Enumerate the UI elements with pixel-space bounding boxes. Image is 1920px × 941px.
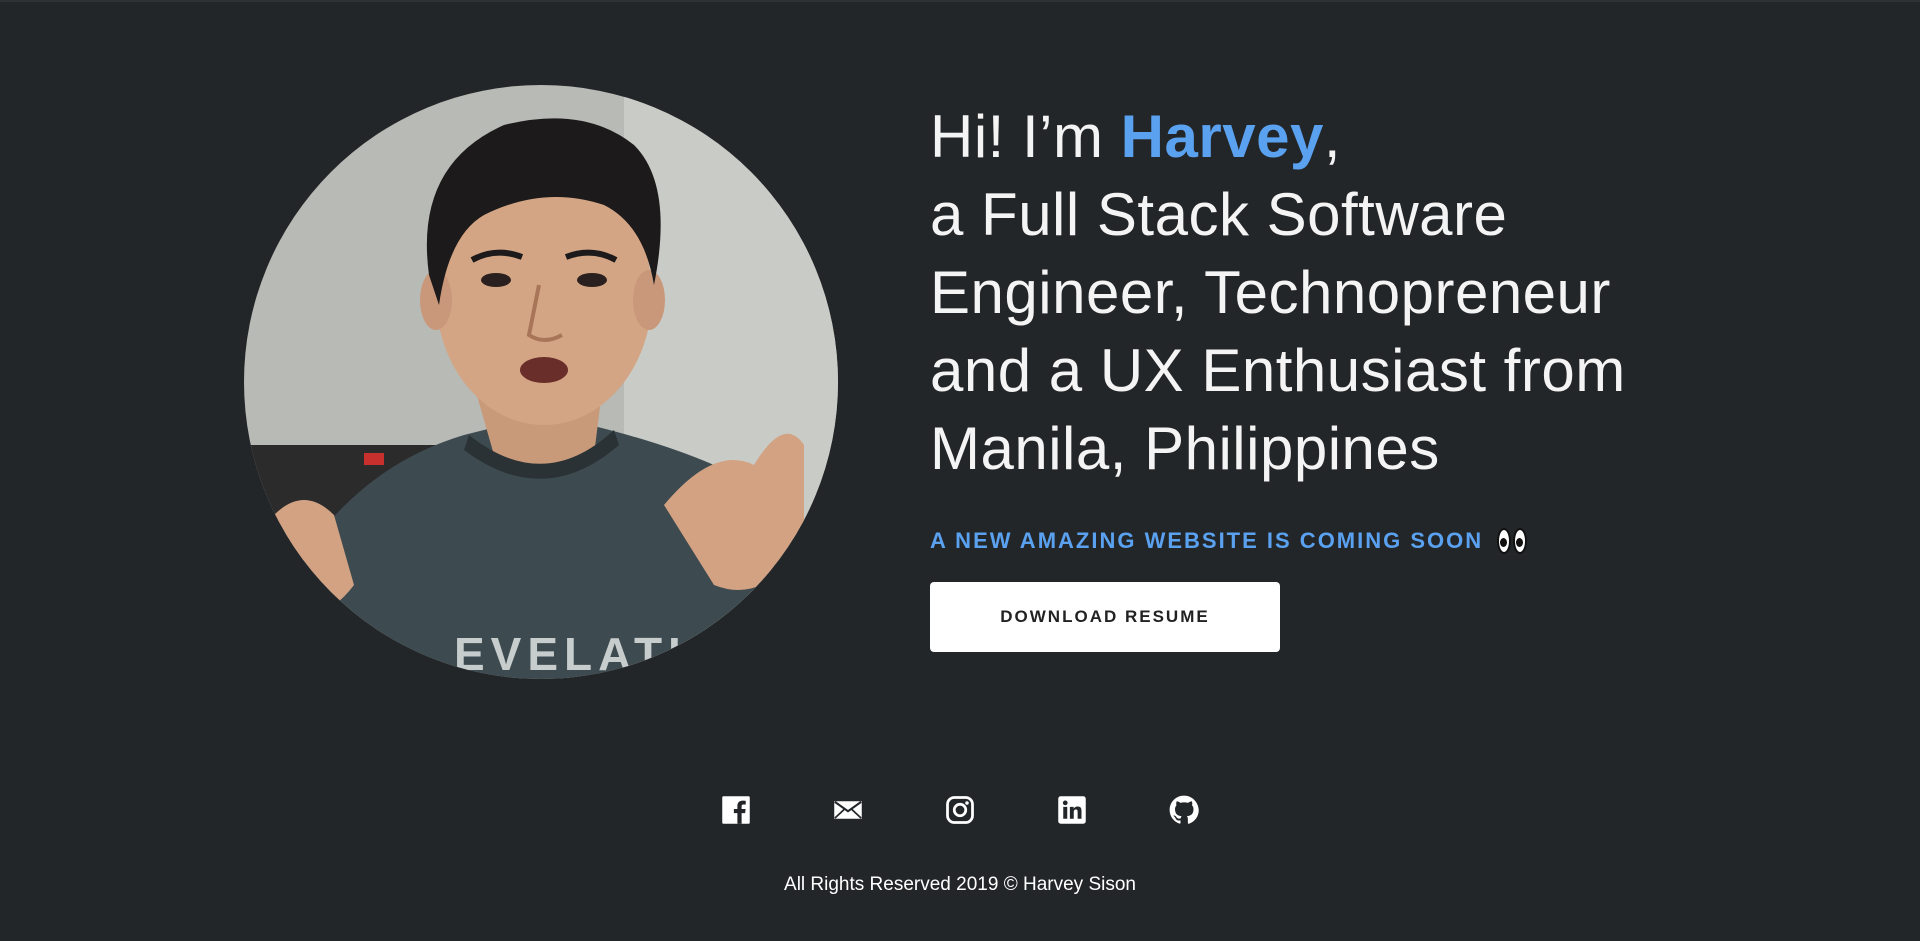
greeting-text: Hi! I’m — [930, 103, 1121, 170]
headline-line-4: and a UX Enthusiast from — [930, 337, 1626, 404]
social-links — [0, 795, 1920, 825]
instagram-icon — [946, 796, 974, 824]
hero-headline: Hi! I’m Harvey, a Full Stack Software En… — [930, 98, 1690, 488]
intro-section: Hi! I’m Harvey, a Full Stack Software En… — [930, 98, 1690, 652]
eye-right — [1513, 528, 1528, 554]
profile-photo-illustration: EVELATIO — [244, 85, 838, 679]
hero-name: Harvey — [1120, 103, 1324, 170]
profile-photo: EVELATIO — [244, 85, 838, 679]
eyes-icon — [1497, 528, 1528, 554]
greeting-comma: , — [1323, 103, 1341, 170]
headline-line-2: a Full Stack Software — [930, 181, 1508, 248]
email-link[interactable] — [833, 795, 863, 825]
headline-line-5: Manila, Philippines — [930, 415, 1440, 482]
mail-icon — [834, 801, 862, 819]
footer-copyright: All Rights Reserved 2019 © Harvey Sison — [784, 874, 1136, 895]
linkedin-link[interactable] — [1057, 795, 1087, 825]
download-resume-button[interactable]: DOWNLOAD RESUME — [930, 582, 1280, 652]
top-divider — [0, 0, 1920, 2]
facebook-icon — [722, 796, 750, 824]
eye-left — [1497, 528, 1512, 554]
greeting-line: Hi! I’m Harvey, — [930, 98, 1690, 176]
linkedin-icon — [1058, 796, 1086, 824]
announcement-text: A NEW AMAZING WEBSITE IS COMING SOON — [930, 528, 1484, 553]
github-icon — [1169, 795, 1199, 824]
landing-page: EVELATIO Hi! I’m Harvey, a Full Stack So… — [0, 0, 1920, 941]
announcement: A NEW AMAZING WEBSITE IS COMING SOON — [930, 528, 1690, 554]
headline-line-3: Engineer, Technopreneur — [930, 259, 1611, 326]
github-link[interactable] — [1169, 795, 1199, 825]
instagram-link[interactable] — [945, 795, 975, 825]
svg-text:EVELATIO: EVELATIO — [454, 628, 729, 679]
facebook-link[interactable] — [721, 795, 751, 825]
